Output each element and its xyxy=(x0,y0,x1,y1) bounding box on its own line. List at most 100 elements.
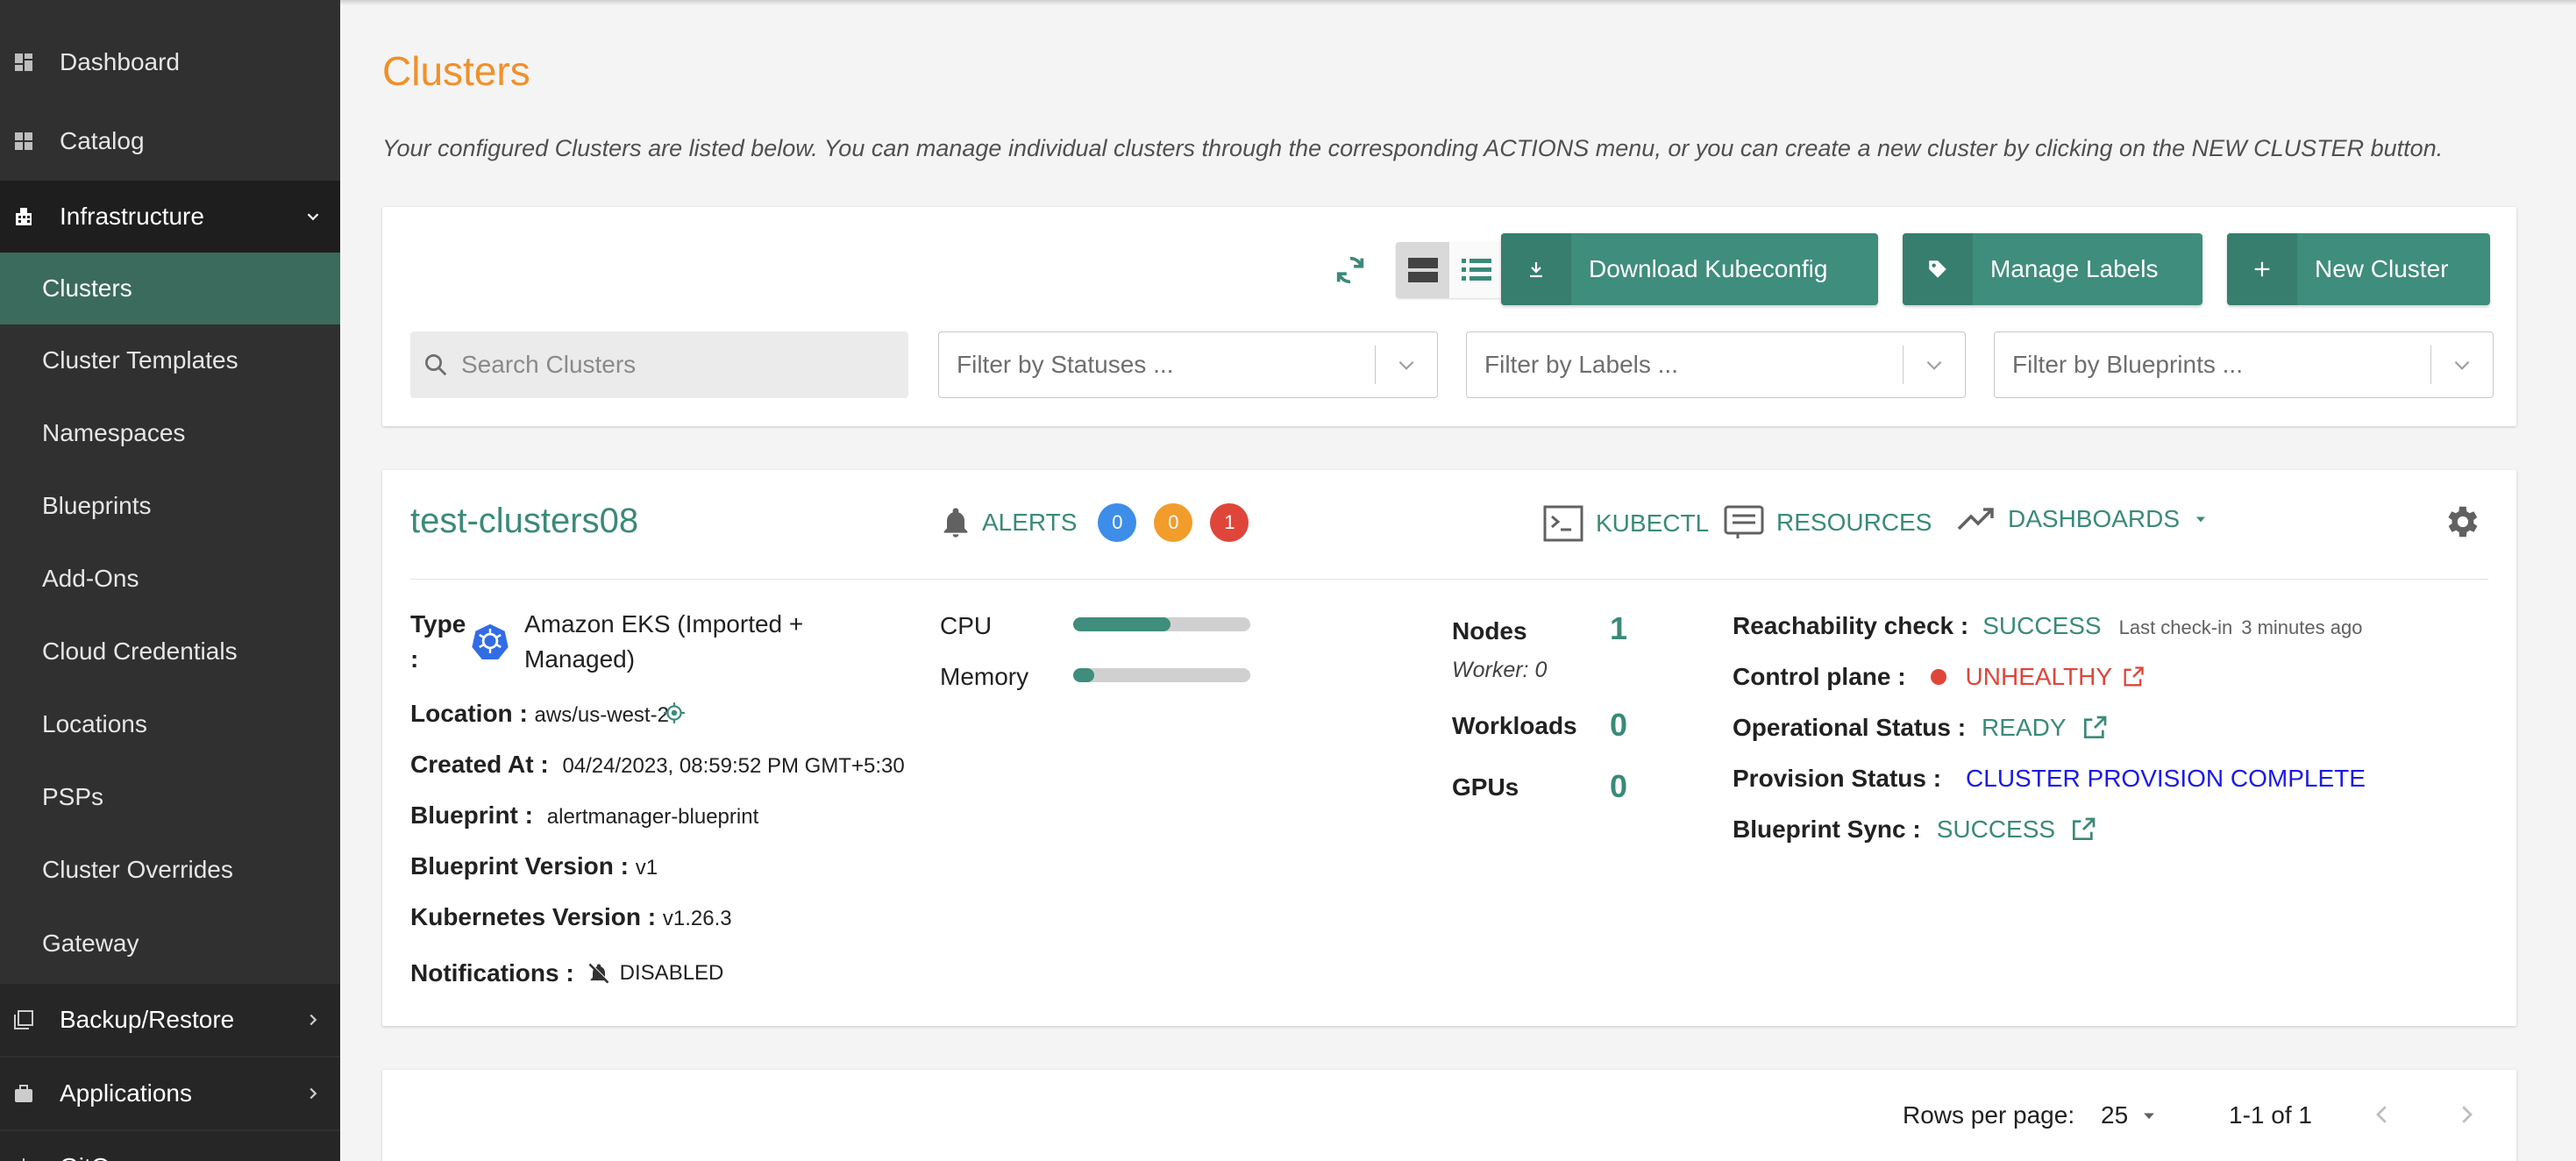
cpu-label: CPU xyxy=(940,612,993,639)
dashboards-dropdown[interactable]: DASHBOARDS xyxy=(1957,505,2222,533)
alerts-label: ALERTS xyxy=(982,509,1078,536)
refresh-button[interactable] xyxy=(1329,249,1371,291)
briefcase-icon xyxy=(12,1082,35,1105)
list-view-icon xyxy=(1461,259,1491,281)
reachability-row: Reachability check : SUCCESS Last check-… xyxy=(1733,612,2363,639)
gear-icon[interactable] xyxy=(2441,502,2481,542)
refresh-icon xyxy=(1336,256,1364,284)
sidebar-item-gateway[interactable]: Gateway xyxy=(0,908,340,979)
open-in-new-icon[interactable] xyxy=(2081,714,2109,742)
provision-status-row: Provision Status : CLUSTER PROVISION COM… xyxy=(1733,765,2366,792)
sidebar-item-applications[interactable]: Applications xyxy=(0,1058,340,1129)
blueprint-sync-status: SUCCESS xyxy=(1936,816,2056,843)
resources-link[interactable]: RESOURCES xyxy=(1724,505,1932,540)
control-plane-status: UNHEALTHY xyxy=(1965,663,2113,690)
open-in-new-icon[interactable] xyxy=(2121,665,2145,689)
catalog-icon xyxy=(12,130,35,153)
toolbar-card: Download Kubeconfig Manage Labels New Cl… xyxy=(382,207,2516,426)
blueprint-sync-row: Blueprint Sync : SUCCESS xyxy=(1733,816,2097,844)
alert-count-info: 0 xyxy=(1098,503,1137,542)
sidebar-item-label: Backup/Restore xyxy=(60,1006,235,1033)
memory-label: Memory xyxy=(940,663,1029,690)
memory-usage-fill xyxy=(1073,668,1095,682)
gpus-count: 0 xyxy=(1610,768,1628,804)
sidebar-item-label: Catalog xyxy=(60,127,145,154)
sidebar-item-label: Applications xyxy=(60,1079,192,1107)
sidebar-item-namespaces[interactable]: Namespaces xyxy=(0,397,340,469)
kubernetes-version-row: Kubernetes Version : v1.26.3 xyxy=(410,903,732,930)
sidebar-item-blueprints[interactable]: Blueprints xyxy=(0,470,340,542)
page-description: Your configured Clusters are listed belo… xyxy=(382,135,2444,161)
search-box xyxy=(410,331,908,398)
nodes-label: Nodes xyxy=(1452,617,1527,645)
git-icon xyxy=(12,1156,35,1161)
location-target-icon[interactable] xyxy=(663,702,686,724)
page-title: Clusters xyxy=(382,48,530,94)
gpus-label: GPUs xyxy=(1452,773,1519,801)
type-value-line1: Amazon EKS (Imported + xyxy=(524,610,804,637)
download-icon xyxy=(1501,233,1571,305)
sidebar-item-cluster-templates[interactable]: Cluster Templates xyxy=(0,324,340,396)
open-in-new-icon[interactable] xyxy=(2069,816,2097,844)
sidebar-item-label: GitO xyxy=(60,1153,110,1161)
view-toggle xyxy=(1396,242,1503,298)
infrastructure-icon xyxy=(12,205,35,228)
last-checkin-label: Last check-in xyxy=(2118,616,2233,638)
filter-labels-select[interactable]: Filter by Labels ... xyxy=(1466,331,1966,398)
blueprint-row: Blueprint : alertmanager-blueprint xyxy=(410,801,759,829)
worker-count: Worker: 0 xyxy=(1452,658,1548,682)
manage-labels-button[interactable]: Manage Labels xyxy=(1903,233,2202,305)
filter-blueprints-select[interactable]: Filter by Blueprints ... xyxy=(1994,331,2494,398)
chevron-down-icon xyxy=(2431,353,2493,376)
kubectl-link[interactable]: KUBECTL xyxy=(1543,505,1709,542)
sidebar-item-backup-restore[interactable]: Backup/Restore xyxy=(0,984,340,1056)
previous-page-button[interactable] xyxy=(2369,1101,2395,1128)
alert-count-critical: 1 xyxy=(1210,503,1249,542)
notifications-row: Notifications : DISABLED xyxy=(410,959,724,986)
created-at-row: Created At : 04/24/2023, 08:59:52 PM GMT… xyxy=(410,751,905,778)
type-value-line2: Managed) xyxy=(524,645,636,673)
reachability-status: SUCCESS xyxy=(1982,612,2102,639)
backup-icon xyxy=(12,1008,35,1031)
sidebar-item-label: Dashboard xyxy=(60,48,180,75)
new-cluster-button[interactable]: New Cluster xyxy=(2227,233,2490,305)
next-page-button[interactable] xyxy=(2453,1101,2480,1128)
sidebar-item-cluster-overrides[interactable]: Cluster Overrides xyxy=(0,834,340,906)
cpu-usage-bar xyxy=(1073,617,1250,631)
status-dot-red xyxy=(1930,669,1946,685)
sidebar-item-cloud-credentials[interactable]: Cloud Credentials xyxy=(0,616,340,687)
cluster-name-link[interactable]: test-clusters08 xyxy=(410,502,638,541)
list-view-button[interactable] xyxy=(1449,242,1503,298)
sidebar-item-add-ons[interactable]: Add-Ons xyxy=(0,543,340,615)
blueprint-version-row: Blueprint Version : v1 xyxy=(410,852,658,880)
type-label: Type xyxy=(410,610,466,637)
alerts-section[interactable]: ALERTS 0 0 1 xyxy=(938,503,1266,542)
plus-icon xyxy=(2227,233,2297,305)
bell-icon xyxy=(943,508,968,538)
caret-down-icon xyxy=(2144,1113,2154,1120)
sidebar-item-infrastructure[interactable]: Infrastructure xyxy=(0,181,340,253)
sidebar-item-clusters[interactable]: Clusters xyxy=(0,253,340,324)
chevron-down-icon xyxy=(307,213,319,221)
pagination-bar: Rows per page: 25 1-1 of 1 xyxy=(382,1070,2516,1161)
cpu-usage-fill xyxy=(1073,617,1171,631)
sidebar-item-locations[interactable]: Locations xyxy=(0,688,340,760)
workloads-count: 0 xyxy=(1610,707,1628,743)
sidebar: Dashboard Catalog Infrastructure Cluster… xyxy=(0,0,340,1161)
filter-statuses-select[interactable]: Filter by Statuses ... xyxy=(938,331,1438,398)
card-view-button[interactable] xyxy=(1396,242,1449,298)
sidebar-item-dashboard[interactable]: Dashboard xyxy=(0,35,340,89)
tag-icon xyxy=(1903,233,1973,305)
operational-status: READY xyxy=(1982,714,2067,741)
rows-per-page-select[interactable]: 25 xyxy=(2101,1101,2158,1129)
bell-off-icon xyxy=(588,963,609,984)
main-content: Clusters Your configured Clusters are li… xyxy=(340,0,2576,1161)
page-range: 1-1 of 1 xyxy=(2229,1101,2312,1129)
sidebar-item-catalog[interactable]: Catalog xyxy=(0,114,340,168)
search-input[interactable] xyxy=(461,351,900,379)
sidebar-item-gitops[interactable]: GitO xyxy=(0,1131,340,1161)
download-kubeconfig-button[interactable]: Download Kubeconfig xyxy=(1501,233,1878,305)
provision-status: CLUSTER PROVISION COMPLETE xyxy=(1966,765,2366,792)
caret-down-icon xyxy=(2196,516,2206,523)
sidebar-item-psps[interactable]: PSPs xyxy=(0,761,340,833)
